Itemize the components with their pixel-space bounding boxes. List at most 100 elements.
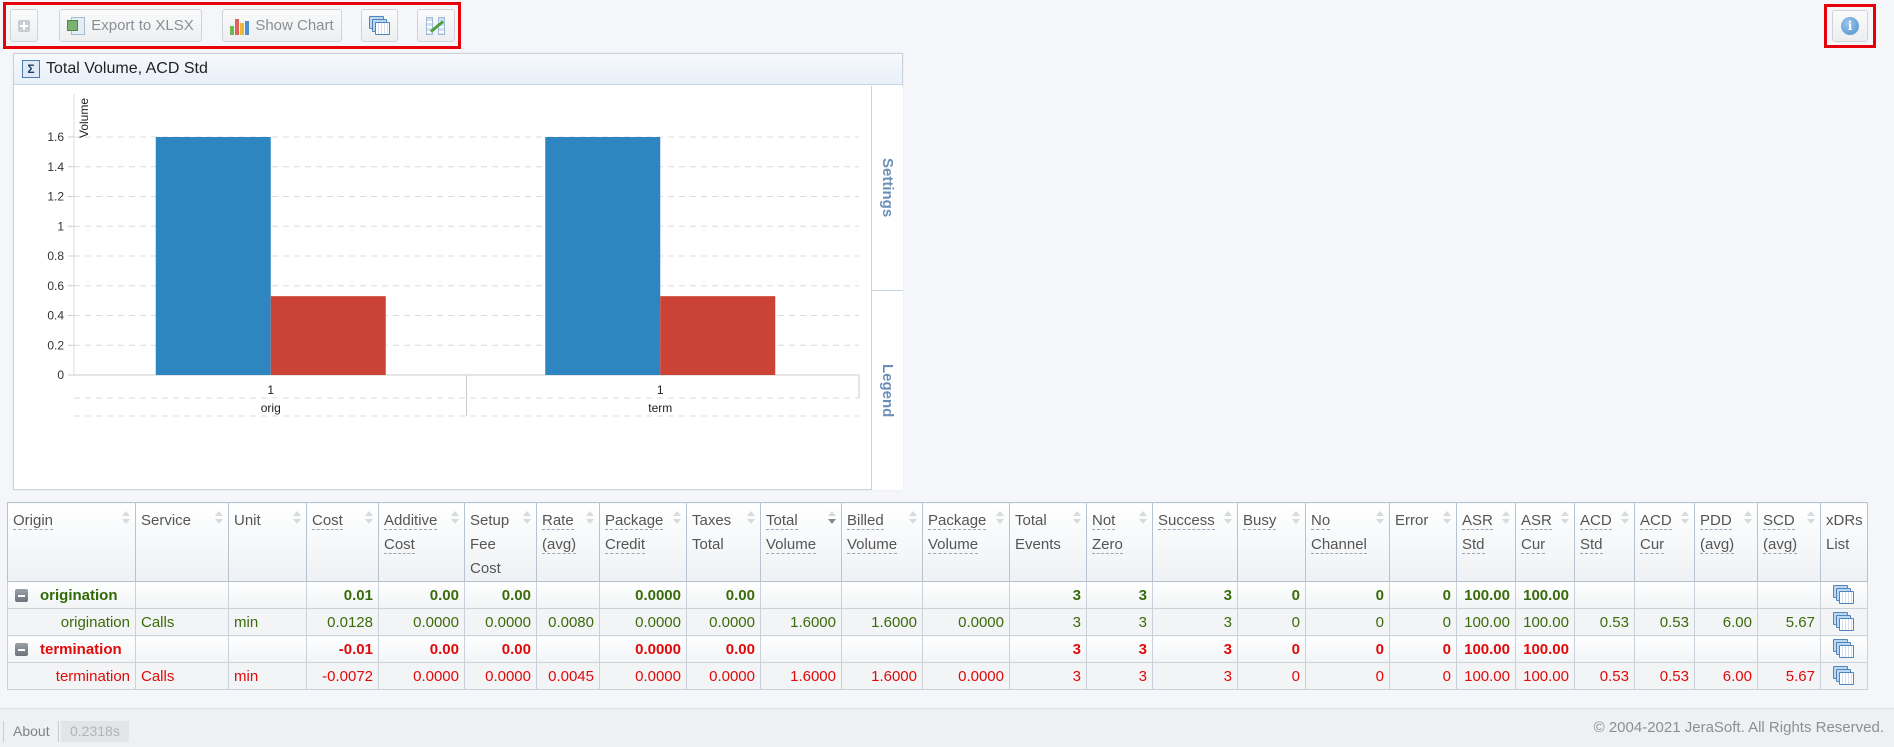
sort-icon[interactable] xyxy=(215,511,223,527)
sort-icon[interactable] xyxy=(1443,511,1451,527)
sort-icon[interactable] xyxy=(1502,511,1510,527)
column-header-setup-fee-cost[interactable]: Setup Fee Cost xyxy=(464,502,537,582)
column-header-label: Channel xyxy=(1311,536,1367,554)
sort-icon[interactable] xyxy=(909,511,917,527)
y-tick-label: 1.2 xyxy=(47,190,64,204)
column-header-service[interactable]: Service xyxy=(135,502,229,582)
sort-icon[interactable] xyxy=(1139,511,1147,527)
xdrs-list-icon[interactable] xyxy=(1832,612,1855,632)
sort-icon[interactable] xyxy=(293,511,301,527)
sort-icon[interactable] xyxy=(365,511,373,527)
value-cell: 0.0000 xyxy=(599,608,687,636)
column-header-label: (avg) xyxy=(542,536,577,554)
sort-icon[interactable] xyxy=(122,511,130,527)
compare-button[interactable] xyxy=(417,9,455,42)
group-row: termination -0.01 0.00 0.00 0.0000 0.00 3 3 3 0 0 0… xyxy=(7,635,1868,663)
column-header-acd-cur[interactable]: ACD Cur xyxy=(1634,502,1695,582)
column-header-asr-std[interactable]: ASR Std xyxy=(1456,502,1516,582)
value-cell: 0.0000 xyxy=(378,608,465,636)
sort-icon[interactable] xyxy=(1681,511,1689,527)
sort-icon[interactable] xyxy=(1621,511,1629,527)
value-cell: 0 xyxy=(1237,581,1306,609)
column-header-billed-volume[interactable]: Billed Volume xyxy=(841,502,923,582)
value-cell: 0.00 xyxy=(378,581,465,609)
xdrs-cell[interactable] xyxy=(1820,635,1868,663)
xdrs-cell[interactable] xyxy=(1820,662,1868,690)
xdrs-list-icon[interactable] xyxy=(1832,666,1855,686)
sort-icon[interactable] xyxy=(451,511,459,527)
sort-icon[interactable] xyxy=(747,511,755,527)
value-cell: 1.6000 xyxy=(760,608,842,636)
export-xlsx-button[interactable]: Export to XLSX xyxy=(59,9,202,42)
column-header-not-zero[interactable]: Not Zero xyxy=(1086,502,1153,582)
sort-icon[interactable] xyxy=(1744,511,1752,527)
sort-icon[interactable] xyxy=(1376,511,1384,527)
xdrs-list-icon[interactable] xyxy=(1832,639,1855,659)
show-chart-button[interactable]: Show Chart xyxy=(222,9,342,42)
column-header-label: Cost xyxy=(384,536,415,554)
sort-icon[interactable] xyxy=(1561,511,1569,527)
sort-icon[interactable] xyxy=(1073,511,1081,527)
column-header-label: ASR xyxy=(1462,512,1493,530)
chart-header: Σ Total Volume, ACD Std xyxy=(14,54,902,85)
xdrs-list-button[interactable] xyxy=(361,9,398,42)
xdrs-list-icon[interactable] xyxy=(1832,585,1855,605)
column-header-error[interactable]: Error xyxy=(1389,502,1457,582)
sort-icon[interactable] xyxy=(523,511,531,527)
column-header-label: ACD xyxy=(1580,512,1612,530)
sort-icon[interactable] xyxy=(1292,511,1300,527)
sort-desc-icon[interactable] xyxy=(828,511,836,527)
x-tick-label: 1 xyxy=(267,383,274,397)
sort-icon[interactable] xyxy=(586,511,594,527)
table-header-row: Origin Service Unit Cost Additive Cost Setup Fe… xyxy=(7,502,1868,582)
value-cell: 0 xyxy=(1389,662,1457,690)
column-header-total-volume[interactable]: Total Volume xyxy=(760,502,842,582)
column-header-label: Total xyxy=(1015,512,1047,529)
column-header-success[interactable]: Success xyxy=(1152,502,1238,582)
column-header-rate-avg[interactable]: Rate (avg) xyxy=(536,502,600,582)
column-header-package-volume[interactable]: Package Volume xyxy=(922,502,1010,582)
expand-button[interactable] xyxy=(10,9,38,42)
column-header-origin[interactable]: Origin xyxy=(7,502,136,582)
column-header-busy[interactable]: Busy xyxy=(1237,502,1306,582)
column-header-package-credit[interactable]: Package Credit xyxy=(599,502,687,582)
about-link[interactable]: About xyxy=(3,721,59,742)
sort-icon[interactable] xyxy=(673,511,681,527)
value-cell: 0.00 xyxy=(686,635,761,663)
collapse-icon[interactable] xyxy=(15,642,28,656)
column-header-acd-std[interactable]: ACD Std xyxy=(1574,502,1635,582)
service-cell: Calls xyxy=(135,608,229,636)
xdrs-cell[interactable] xyxy=(1820,581,1868,609)
sort-icon[interactable] xyxy=(1224,511,1232,527)
column-header-total-events[interactable]: Total Events xyxy=(1009,502,1087,582)
column-header-label: Cur xyxy=(1640,536,1665,554)
origin-cell: origination xyxy=(7,581,136,609)
legend-tab[interactable]: Legend xyxy=(872,291,903,490)
settings-tab[interactable]: Settings xyxy=(872,86,903,291)
value-cell: 1.6000 xyxy=(841,608,923,636)
column-header-label: List xyxy=(1826,536,1850,553)
value-cell: 3 xyxy=(1086,581,1153,609)
column-header-additive-cost[interactable]: Additive Cost xyxy=(378,502,465,582)
column-header-scd-avg[interactable]: SCD (avg) xyxy=(1757,502,1821,582)
collapse-icon[interactable] xyxy=(15,588,28,602)
column-header-asr-cur[interactable]: ASR Cur xyxy=(1515,502,1575,582)
xdrs-cell[interactable] xyxy=(1820,608,1868,636)
value-cell xyxy=(1574,635,1635,663)
sort-icon[interactable] xyxy=(1807,511,1815,527)
stacked-windows-icon xyxy=(368,15,391,36)
column-header-label: Rate xyxy=(542,512,574,530)
origin-cell: origination xyxy=(7,608,136,636)
column-header-cost[interactable]: Cost xyxy=(306,502,379,582)
sort-icon[interactable] xyxy=(996,511,1004,527)
column-header-label: No xyxy=(1311,512,1331,530)
column-header-taxes-total[interactable]: Taxes Total xyxy=(686,502,761,582)
info-button[interactable]: i xyxy=(1832,10,1868,42)
value-cell: 0.00 xyxy=(464,581,537,609)
bar-total-volume xyxy=(155,137,271,375)
column-header-unit[interactable]: Unit xyxy=(228,502,307,582)
show-chart-label: Show Chart xyxy=(255,17,334,34)
column-header-no-channel[interactable]: No Channel xyxy=(1305,502,1390,582)
column-header-pdd-avg[interactable]: PDD (avg) xyxy=(1694,502,1758,582)
origin-name: origination xyxy=(60,613,130,631)
